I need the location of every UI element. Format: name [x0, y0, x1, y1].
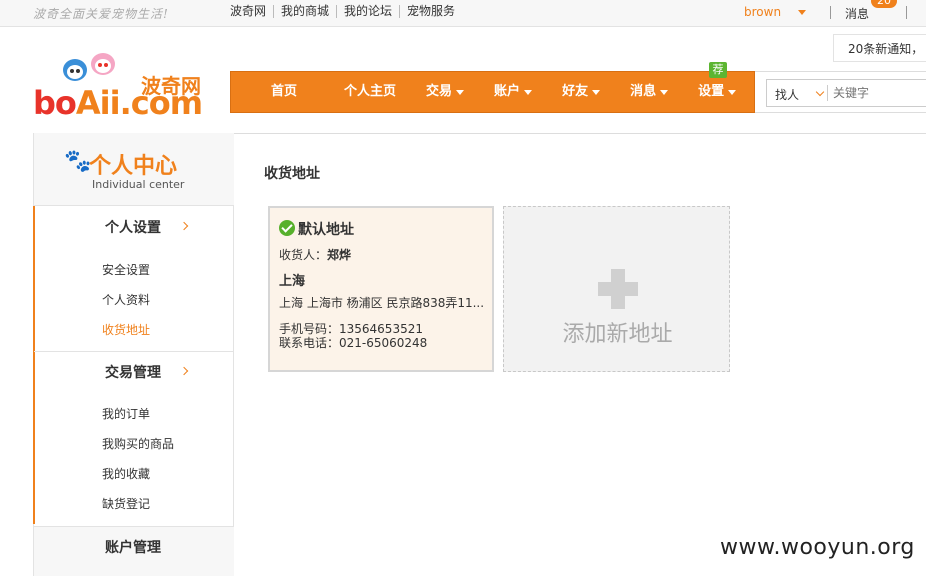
nav-trade[interactable]: 交易 — [411, 71, 479, 113]
chevron-down-icon — [456, 89, 465, 95]
sidebar-item-purchased[interactable]: 我购买的商品 — [102, 435, 174, 452]
add-address-button[interactable]: 添加新地址 — [503, 206, 730, 372]
active-indicator — [33, 206, 35, 524]
sidebar: 🐾 个人中心 Individual center 个人设置 安全设置 个人资料 … — [33, 133, 234, 576]
logo-en-text: boAii.com — [33, 84, 203, 122]
chevron-down-icon — [660, 89, 669, 95]
top-link-service[interactable]: 宠物服务 — [399, 5, 462, 18]
search-container: 找人 — [766, 79, 926, 107]
receiver: 收货人：郑烨 — [279, 248, 352, 262]
address-card-default[interactable]: 默认地址 收货人：郑烨 上海 上海 上海市 杨浦区 民京路838弄11... 手… — [268, 206, 494, 372]
search-input[interactable] — [833, 85, 926, 101]
chevron-down-icon — [524, 89, 533, 95]
address-city: 上海 — [279, 274, 306, 289]
watermark: www.wooyun.org — [720, 535, 915, 560]
recommend-badge: 荐 — [709, 62, 727, 78]
address-street: 上海 上海市 杨浦区 民京路838弄11... — [279, 296, 485, 310]
chevron-right-icon[interactable] — [179, 221, 189, 231]
site-logo[interactable]: 波奇网 boAii.com — [33, 50, 213, 122]
nav-home[interactable]: 首页 — [231, 71, 329, 113]
chevron-down-icon[interactable] — [798, 10, 806, 15]
messages-link[interactable]: 消息 — [845, 5, 869, 22]
sidebar-group-account[interactable]: 账户管理 — [105, 537, 161, 557]
site-slogan: 波奇全面关爱宠物生活! — [33, 7, 169, 21]
sidebar-group-personal[interactable]: 个人设置 — [105, 217, 161, 237]
top-link-mall[interactable]: 我的商城 — [273, 5, 336, 18]
chevron-down-icon — [728, 89, 737, 95]
plus-icon — [598, 282, 638, 296]
search-area: 找人 — [755, 71, 926, 113]
message-count-badge: 20 — [871, 0, 897, 8]
divider — [827, 85, 828, 101]
sidebar-header: 🐾 个人中心 Individual center — [34, 133, 234, 206]
check-circle-icon — [279, 220, 295, 236]
page-title: 收货地址 — [264, 166, 320, 182]
top-bar: 波奇全面关爱宠物生活! 波奇网 我的商城 我的论坛 宠物服务 brown 消息 … — [0, 0, 926, 27]
top-link-forum[interactable]: 我的论坛 — [336, 5, 399, 18]
sidebar-title: 个人中心 — [89, 154, 178, 179]
nav-friends[interactable]: 好友 — [547, 71, 615, 113]
nav-profile[interactable]: 个人主页 — [329, 71, 411, 113]
top-links: 波奇网 我的商城 我的论坛 宠物服务 — [230, 5, 462, 18]
username-link[interactable]: brown — [744, 5, 781, 19]
sidebar-item-security[interactable]: 安全设置 — [102, 261, 150, 278]
chevron-down-icon — [592, 89, 601, 95]
paw-icon: 🐾 — [64, 149, 92, 174]
sidebar-item-backorder[interactable]: 缺货登记 — [102, 495, 150, 512]
divider — [34, 351, 234, 352]
nav-messages[interactable]: 消息 — [615, 71, 683, 113]
sidebar-group-account-block: 账户管理 — [34, 526, 234, 576]
sidebar-item-profile[interactable]: 个人资料 — [102, 291, 150, 308]
sidebar-group-trade[interactable]: 交易管理 — [105, 362, 161, 382]
chevron-right-icon[interactable] — [179, 366, 189, 376]
divider — [830, 6, 831, 19]
add-address-label: 添加新地址 — [562, 322, 673, 347]
search-type-select[interactable]: 找人 — [775, 86, 799, 103]
top-link-boqi[interactable]: 波奇网 — [230, 5, 273, 18]
default-address-label: 默认地址 — [298, 222, 354, 238]
sidebar-item-orders[interactable]: 我的订单 — [102, 405, 150, 422]
chevron-down-icon[interactable] — [815, 87, 825, 97]
main-nav: 首页 个人主页 交易 账户 好友 消息 设置 — [230, 71, 755, 113]
sidebar-item-address[interactable]: 收货地址 — [102, 321, 150, 338]
sidebar-item-favorites[interactable]: 我的收藏 — [102, 465, 150, 482]
sidebar-subtitle: Individual center — [92, 178, 185, 191]
phone-number: 联系电话：021-65060248 — [279, 336, 428, 350]
divider — [906, 6, 907, 19]
notification-text: 20条新通知， — [848, 42, 924, 56]
notification-popup[interactable]: 20条新通知， — [833, 34, 926, 62]
nav-account[interactable]: 账户 — [479, 71, 547, 113]
